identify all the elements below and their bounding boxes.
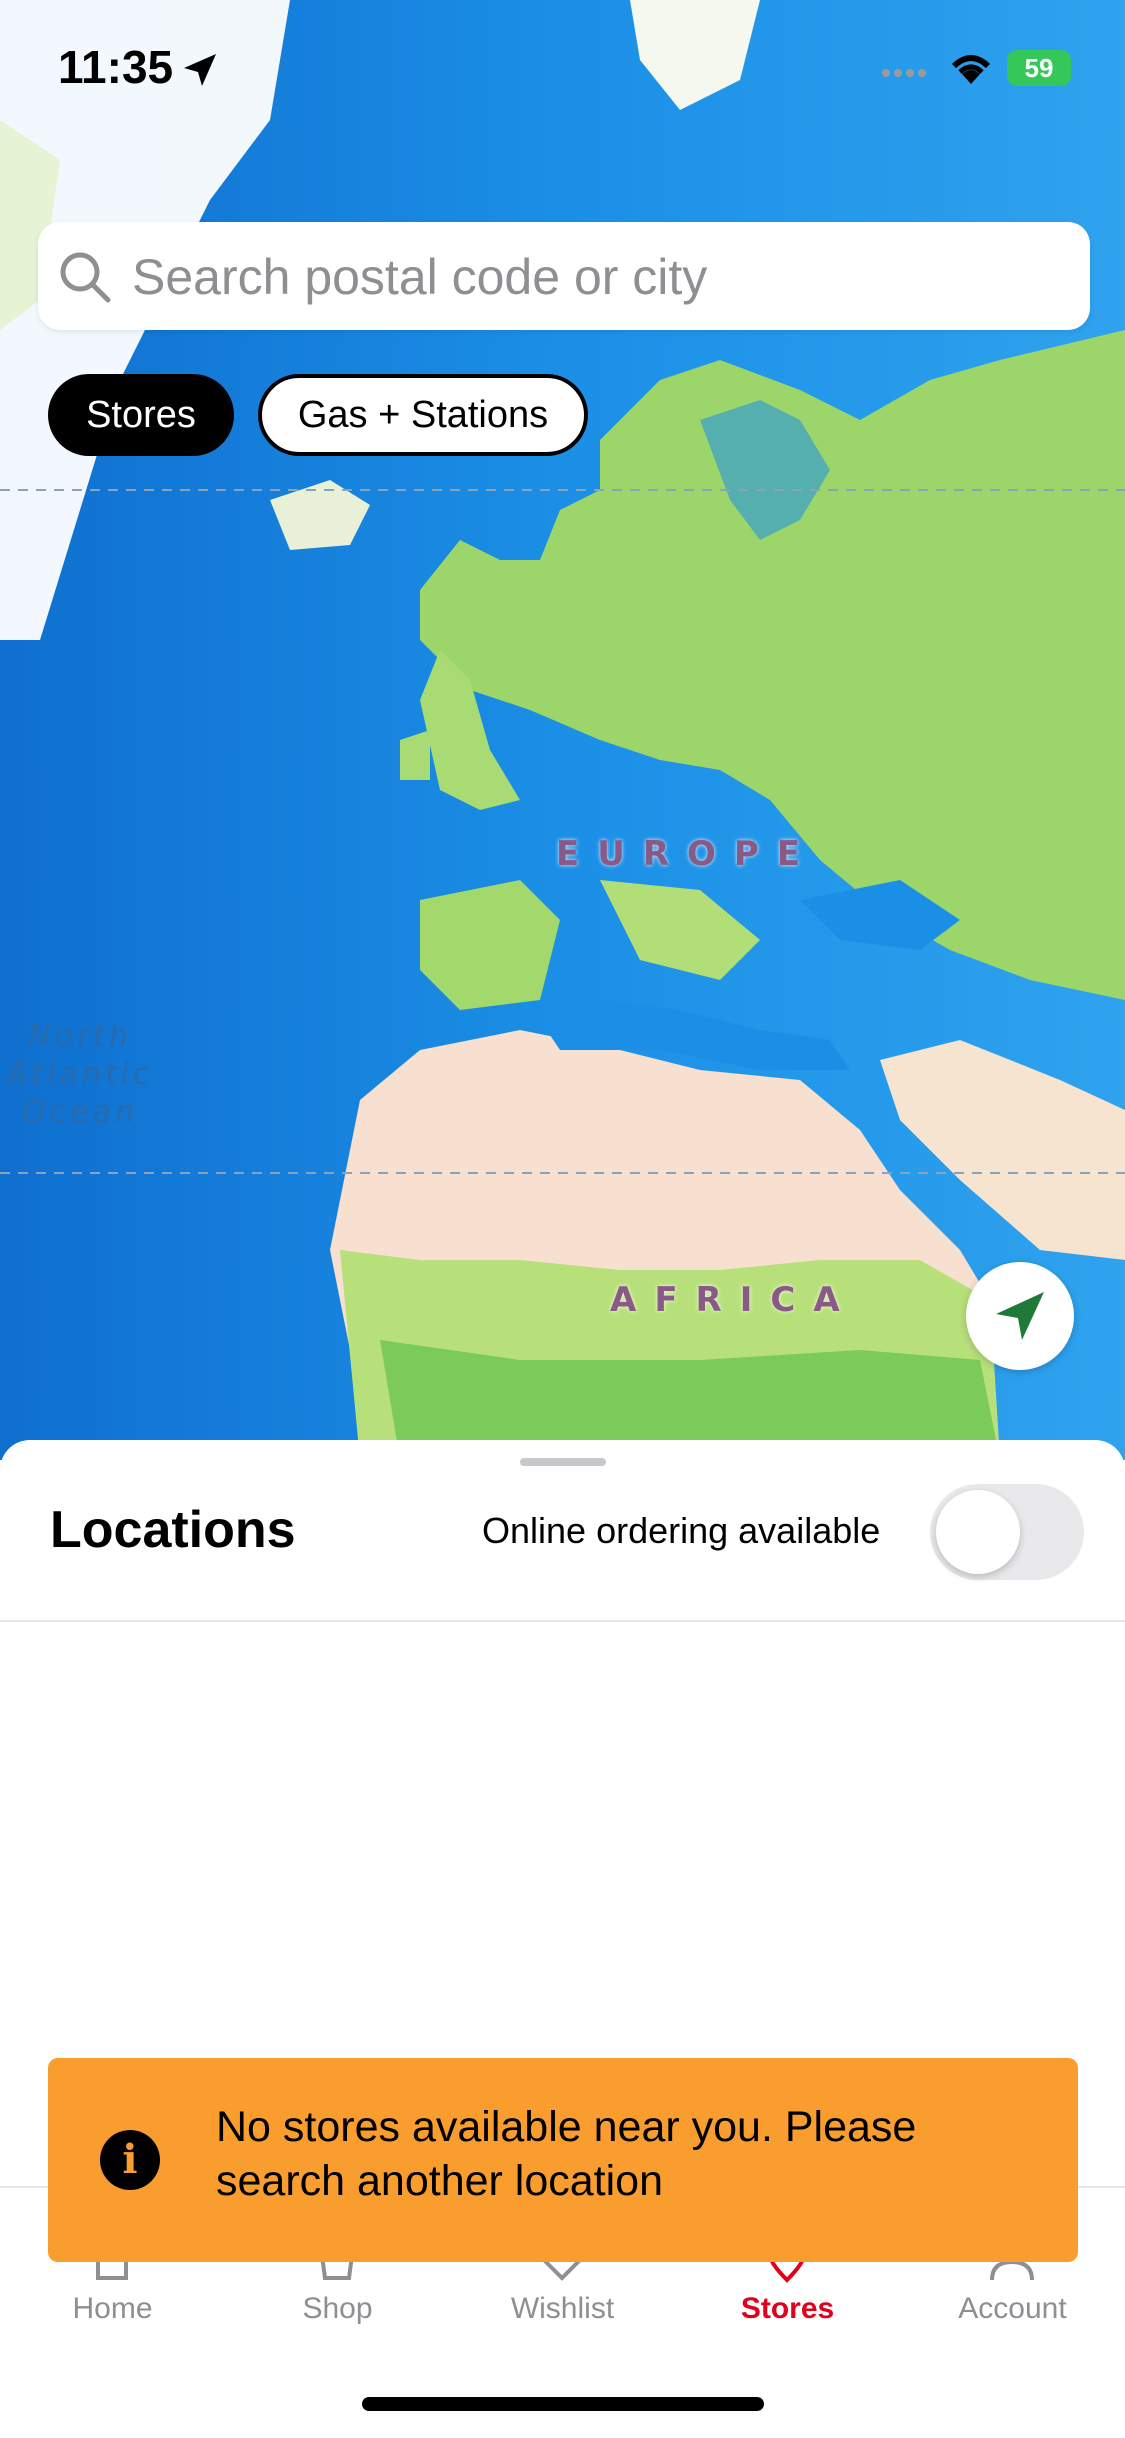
filter-stores-button[interactable]: Stores <box>48 374 234 456</box>
status-time: 11:35 <box>58 41 174 93</box>
navigation-arrow-icon <box>996 1292 1044 1340</box>
toast-message: No stores available near you. Please sea… <box>216 2103 917 2205</box>
home-indicator[interactable] <box>362 2397 764 2411</box>
tab-home-label: Home <box>72 2292 153 2325</box>
tab-wishlist-label: Wishlist <box>510 2292 615 2325</box>
online-ordering-toggle[interactable] <box>930 1484 1084 1580</box>
map-label-africa: AFRICA <box>610 1280 858 1320</box>
cellular-signal-icon <box>882 69 926 77</box>
map-label-europe: EUROPE <box>556 834 819 874</box>
location-arrow-icon <box>184 54 216 86</box>
wifi-icon <box>951 55 991 84</box>
no-stores-toast[interactable]: i No stores available near you. Please s… <box>48 2058 1078 2262</box>
status-bar: 11:35 59 <box>0 0 1125 140</box>
search-bar[interactable] <box>38 222 1090 332</box>
map-label-ocean: North Atlantic Ocean <box>6 1019 154 1130</box>
toggle-knob <box>936 1490 1020 1574</box>
sheet-divider <box>0 1620 1125 1622</box>
search-icon <box>60 252 111 303</box>
locate-me-button[interactable] <box>966 1262 1074 1370</box>
map-canvas[interactable] <box>0 0 1125 1460</box>
online-ordering-label: Online ordering available <box>482 1510 881 1551</box>
filter-gas-stations-button[interactable]: Gas + Stations <box>258 374 588 456</box>
info-icon: i <box>100 2130 160 2190</box>
tab-shop-label: Shop <box>302 2292 373 2325</box>
locations-title: Locations <box>50 1501 296 1559</box>
tab-account-label: Account <box>958 2292 1067 2325</box>
sheet-grabber[interactable] <box>520 1458 606 1466</box>
battery-indicator: 59 <box>1007 50 1071 86</box>
search-input[interactable] <box>130 222 1054 332</box>
map-view[interactable]: EUROPE AFRICA North Atlantic Ocean <box>0 0 1125 1460</box>
tab-stores-label: Stores <box>740 2292 835 2325</box>
